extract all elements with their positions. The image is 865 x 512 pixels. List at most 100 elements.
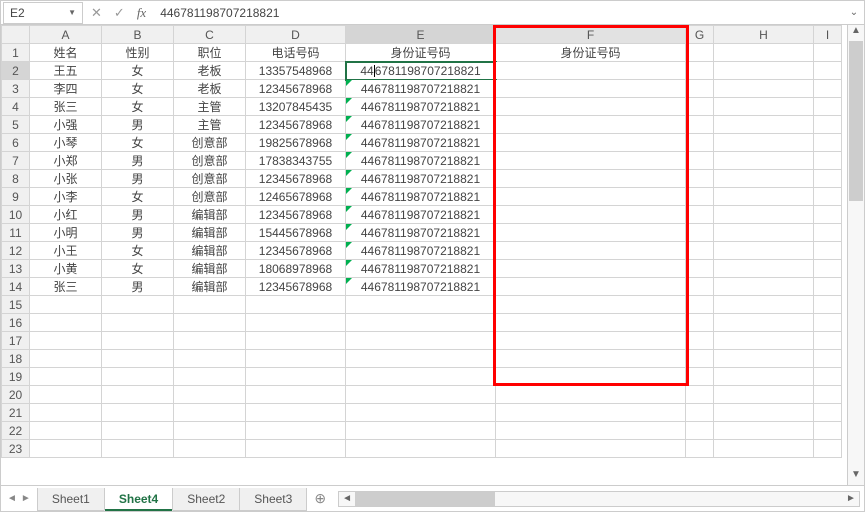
cell-E23[interactable] <box>346 440 496 458</box>
cell-D14[interactable]: 12345678968 <box>246 278 346 296</box>
cell-H1[interactable] <box>714 44 814 62</box>
cell-B23[interactable] <box>102 440 174 458</box>
cell-H3[interactable] <box>714 80 814 98</box>
cell-C19[interactable] <box>174 368 246 386</box>
cell-A7[interactable]: 小郑 <box>30 152 102 170</box>
cell-H5[interactable] <box>714 116 814 134</box>
cell-D23[interactable] <box>246 440 346 458</box>
cell-D6[interactable]: 19825678968 <box>246 134 346 152</box>
col-header-B[interactable]: B <box>102 26 174 44</box>
cell-A23[interactable] <box>30 440 102 458</box>
sheet-tab-sheet2[interactable]: Sheet2 <box>172 488 240 511</box>
cell-F23[interactable] <box>496 440 686 458</box>
tab-nav[interactable]: ◄ ► <box>1 486 37 511</box>
cell-B8[interactable]: 男 <box>102 170 174 188</box>
col-header-G[interactable]: G <box>686 26 714 44</box>
cell-I1[interactable] <box>814 44 842 62</box>
cell-A6[interactable]: 小琴 <box>30 134 102 152</box>
cell-C2[interactable]: 老板 <box>174 62 246 80</box>
cell-B20[interactable] <box>102 386 174 404</box>
row-header[interactable]: 6 <box>2 134 30 152</box>
cell-F10[interactable] <box>496 206 686 224</box>
row-header[interactable]: 2 <box>2 62 30 80</box>
row-header[interactable]: 21 <box>2 404 30 422</box>
cell-G2[interactable] <box>686 62 714 80</box>
cell-H12[interactable] <box>714 242 814 260</box>
cell-F5[interactable] <box>496 116 686 134</box>
cell-F12[interactable] <box>496 242 686 260</box>
cell-G10[interactable] <box>686 206 714 224</box>
cell-A5[interactable]: 小强 <box>30 116 102 134</box>
cell-B5[interactable]: 男 <box>102 116 174 134</box>
cell-D4[interactable]: 13207845435 <box>246 98 346 116</box>
col-header-I[interactable]: I <box>814 26 842 44</box>
col-header-E[interactable]: E <box>346 26 496 44</box>
cell-I10[interactable] <box>814 206 842 224</box>
cell-G14[interactable] <box>686 278 714 296</box>
cell-H17[interactable] <box>714 332 814 350</box>
cell-E17[interactable] <box>346 332 496 350</box>
scroll-up-icon[interactable]: ▲ <box>851 25 861 41</box>
cell-H2[interactable] <box>714 62 814 80</box>
add-sheet-button[interactable]: ⊕ <box>306 486 334 511</box>
cell-E22[interactable] <box>346 422 496 440</box>
cell-D22[interactable] <box>246 422 346 440</box>
cell-E1[interactable]: 身份证号码 <box>346 44 496 62</box>
cell-F1[interactable]: 身份证号码 <box>496 44 686 62</box>
cell-I21[interactable] <box>814 404 842 422</box>
cell-G12[interactable] <box>686 242 714 260</box>
cell-E16[interactable] <box>346 314 496 332</box>
cell-D20[interactable] <box>246 386 346 404</box>
cell-G8[interactable] <box>686 170 714 188</box>
cell-E10[interactable]: 446781198707218821 <box>346 206 496 224</box>
cell-F6[interactable] <box>496 134 686 152</box>
cell-B9[interactable]: 女 <box>102 188 174 206</box>
cell-I4[interactable] <box>814 98 842 116</box>
col-header-F[interactable]: F <box>496 26 686 44</box>
cancel-icon[interactable]: ✕ <box>91 5 102 21</box>
cell-G20[interactable] <box>686 386 714 404</box>
cell-G18[interactable] <box>686 350 714 368</box>
cell-D15[interactable] <box>246 296 346 314</box>
cell-F16[interactable] <box>496 314 686 332</box>
cell-I5[interactable] <box>814 116 842 134</box>
cell-G15[interactable] <box>686 296 714 314</box>
cell-E9[interactable]: 446781198707218821 <box>346 188 496 206</box>
cell-B11[interactable]: 男 <box>102 224 174 242</box>
cell-A20[interactable] <box>30 386 102 404</box>
cell-A13[interactable]: 小黄 <box>30 260 102 278</box>
cell-F14[interactable] <box>496 278 686 296</box>
cell-B19[interactable] <box>102 368 174 386</box>
cell-D8[interactable]: 12345678968 <box>246 170 346 188</box>
cell-I22[interactable] <box>814 422 842 440</box>
sheet-tab-sheet4[interactable]: Sheet4 <box>104 488 173 511</box>
row-header[interactable]: 22 <box>2 422 30 440</box>
cell-A8[interactable]: 小张 <box>30 170 102 188</box>
cell-H15[interactable] <box>714 296 814 314</box>
cell-A18[interactable] <box>30 350 102 368</box>
vertical-scrollbar[interactable]: ▲ ▼ <box>847 25 864 485</box>
cell-C1[interactable]: 职位 <box>174 44 246 62</box>
cell-B10[interactable]: 男 <box>102 206 174 224</box>
cell-B1[interactable]: 性别 <box>102 44 174 62</box>
cell-B22[interactable] <box>102 422 174 440</box>
formula-input[interactable]: 446781198707218821 <box>152 6 844 20</box>
cell-G1[interactable] <box>686 44 714 62</box>
cell-A17[interactable] <box>30 332 102 350</box>
name-box-dropdown-icon[interactable]: ▼ <box>68 8 76 17</box>
cell-C21[interactable] <box>174 404 246 422</box>
scroll-right-icon[interactable]: ► <box>843 493 859 504</box>
cell-I3[interactable] <box>814 80 842 98</box>
row-header[interactable]: 13 <box>2 260 30 278</box>
cell-D10[interactable]: 12345678968 <box>246 206 346 224</box>
cell-A3[interactable]: 李四 <box>30 80 102 98</box>
cell-H23[interactable] <box>714 440 814 458</box>
cell-I2[interactable] <box>814 62 842 80</box>
cell-D11[interactable]: 15445678968 <box>246 224 346 242</box>
cell-G19[interactable] <box>686 368 714 386</box>
cell-C16[interactable] <box>174 314 246 332</box>
cell-E3[interactable]: 446781198707218821 <box>346 80 496 98</box>
row-header[interactable]: 19 <box>2 368 30 386</box>
cell-B2[interactable]: 女 <box>102 62 174 80</box>
cell-E15[interactable] <box>346 296 496 314</box>
